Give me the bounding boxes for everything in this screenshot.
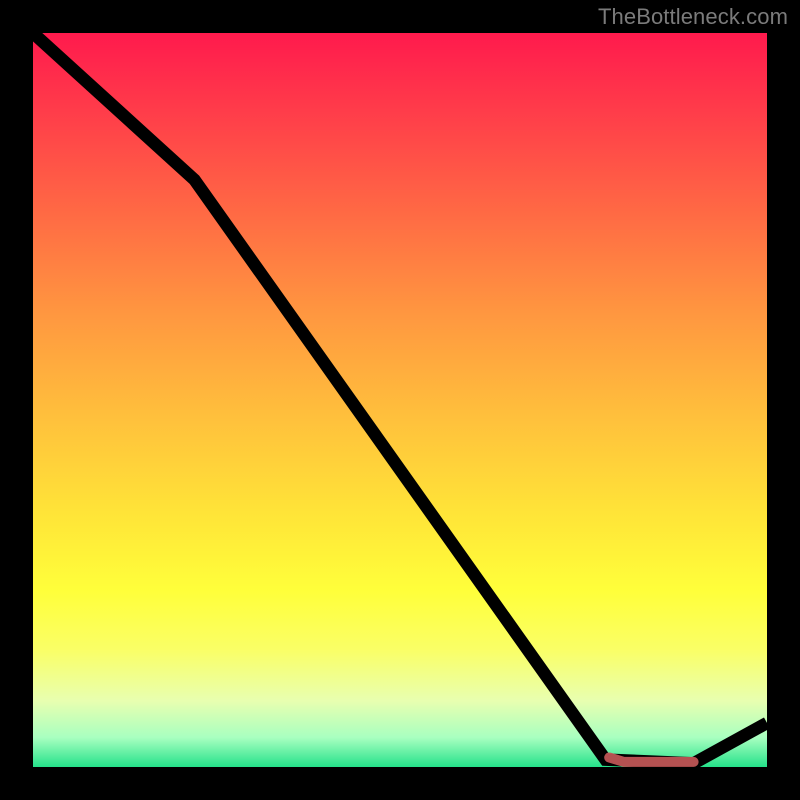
chart-svg [33, 33, 767, 767]
chart-frame: TheBottleneck.com [0, 0, 800, 800]
plot-area [33, 33, 767, 767]
optimal-region-mark [609, 757, 693, 761]
watermark-text: TheBottleneck.com [598, 4, 788, 30]
bottleneck-curve [33, 33, 767, 763]
